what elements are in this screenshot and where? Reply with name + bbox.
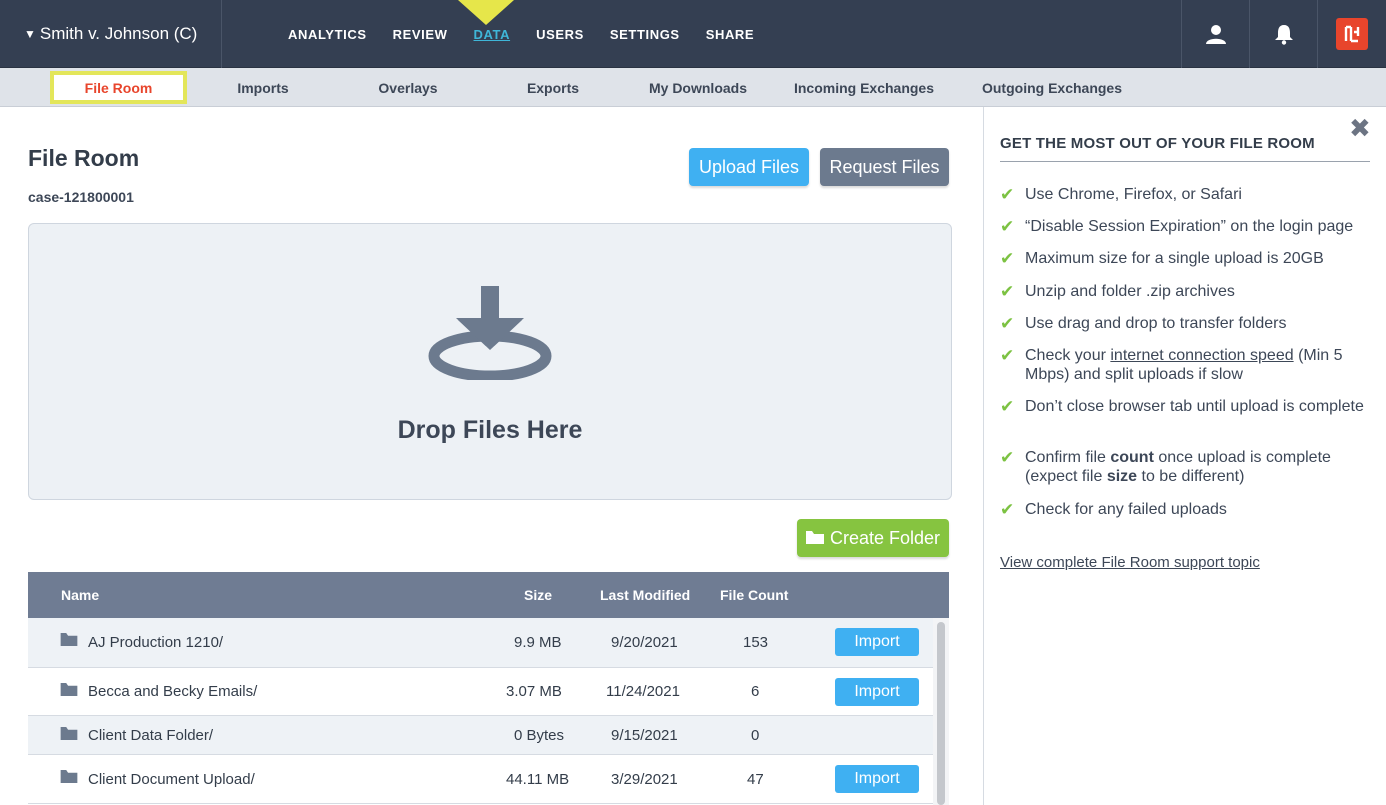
drop-files-label: Drop Files Here [397,416,583,444]
tip-text: Use drag and drop to transfer folders [1025,315,1287,332]
download-icon [428,286,552,380]
tip-text: Unzip and folder .zip archives [1025,283,1235,300]
user-button[interactable] [1181,0,1249,68]
tip-text: Use Chrome, Firefox, or Safari [1025,186,1242,203]
checkmark-icon: ✔ [1000,217,1015,236]
drop-zone[interactable]: Drop Files Here [28,223,952,500]
tip-bold: size [1106,468,1138,485]
row-size: 3.07 MB [506,683,562,700]
tip-text: Confirm file count once upload is comple… [1025,448,1370,486]
tip-text-part: to be different) [1137,468,1245,485]
table-row[interactable]: Becca and Becky Emails/ 3.07 MB 11/24/20… [28,668,949,716]
folder-icon [60,633,78,646]
row-size: 9.9 MB [514,634,562,651]
case-selector[interactable]: ▼ Smith v. Johnson (C) [0,0,222,68]
subnav-file-room[interactable]: File Room [50,71,187,104]
table-row[interactable]: Client Data Folder/ 0 Bytes 9/15/2021 0 [28,716,949,755]
row-count: 153 [743,634,769,651]
checkmark-icon: ✔ [1000,346,1015,365]
top-bar: ▼ Smith v. Johnson (C) ANALYTICS REVIEW … [0,0,1386,68]
create-folder-label: Create Folder [829,527,941,548]
folder-icon [60,770,78,783]
row-size: 44.11 MB [506,771,570,788]
brand-button[interactable] [1317,0,1386,68]
row-size: 0 Bytes [514,727,565,744]
row-name: Client Data Folder/ [88,727,214,744]
panel-title: GET THE MOST OUT OF YOUR FILE ROOM [1000,135,1315,152]
nav-review[interactable]: REVIEW [393,27,448,42]
tip-text: Don’t close browser tab until upload is … [1025,398,1364,415]
nav-analytics[interactable]: ANALYTICS [288,27,367,42]
case-id: case-121800001 [28,189,134,205]
row-modified: 3/29/2021 [611,771,678,788]
folder-icon [60,727,78,740]
table-row[interactable]: Client Document Upload/ 44.11 MB 3/29/20… [28,755,949,804]
subnav-outgoing-exchanges[interactable]: Outgoing Exchanges [978,68,1126,107]
subnav-overlays[interactable]: Overlays [358,68,458,107]
import-button[interactable]: Import [835,628,919,656]
checkmark-icon: ✔ [1000,397,1015,416]
connection-speed-link[interactable]: internet connection speed [1110,347,1293,364]
row-count: 6 [751,683,760,700]
user-icon [1205,25,1226,44]
tip-text-part: Check your [1025,347,1111,364]
case-name: Smith v. Johnson (C) [39,24,198,43]
column-size[interactable]: Size [524,587,552,603]
nav-users[interactable]: USERS [536,27,584,42]
page-title: File Room [28,145,140,171]
nav-data[interactable]: DATA [474,27,511,42]
file-table: Name Size Last Modified File Count AJ Pr… [28,572,949,804]
table-scrollbar-thumb[interactable] [937,622,945,805]
row-modified: 9/20/2021 [611,634,678,651]
checkmark-icon: ✔ [1000,282,1015,301]
row-count: 0 [751,727,760,744]
row-modified: 11/24/2021 [606,683,680,700]
import-button[interactable]: Import [835,765,919,793]
subnav-my-downloads[interactable]: My Downloads [638,68,758,107]
table-row[interactable]: AJ Production 1210/ 9.9 MB 9/20/2021 153… [28,618,949,668]
tip-text: Maximum size for a single upload is 20GB [1025,250,1324,267]
column-last-modified[interactable]: Last Modified [600,587,690,603]
row-name: Becca and Becky Emails/ [88,683,258,700]
bell-icon [1274,25,1293,45]
tip-text: “Disable Session Expiration” on the logi… [1025,218,1354,235]
checkmark-icon: ✔ [1000,500,1015,519]
row-name: Client Document Upload/ [88,771,255,788]
close-icon[interactable]: ✖ [1349,113,1371,144]
folder-icon [60,683,78,696]
support-topic-link[interactable]: View complete File Room support topic [1000,554,1260,571]
column-file-count[interactable]: File Count [720,587,788,603]
tip-text-part: Confirm file [1025,449,1111,466]
panel-divider [1000,161,1370,162]
table-header: Name Size Last Modified File Count [28,572,949,618]
subnav-imports[interactable]: Imports [213,68,313,107]
row-modified: 9/15/2021 [611,727,678,744]
caret-down-icon: ▼ [24,27,36,41]
tip-text: Check for any failed uploads [1025,501,1227,518]
nav-settings[interactable]: SETTINGS [610,27,680,42]
sub-nav: File Room Imports Overlays Exports My Do… [0,68,1386,107]
subnav-exports[interactable]: Exports [503,68,603,107]
nav-share[interactable]: SHARE [706,27,755,42]
brand-logo-icon [1336,18,1368,50]
row-count: 47 [747,771,764,788]
create-folder-button[interactable]: Create Folder [797,519,949,557]
subnav-incoming-exchanges[interactable]: Incoming Exchanges [790,68,938,107]
checkmark-icon: ✔ [1000,448,1015,467]
notifications-button[interactable] [1249,0,1317,68]
main-nav: ANALYTICS REVIEW DATA USERS SETTINGS SHA… [275,0,767,68]
column-name[interactable]: Name [61,587,99,603]
request-files-button[interactable]: Request Files [820,148,949,186]
tip-bold: count [1110,449,1154,466]
tip-text: Check your internet connection speed (Mi… [1025,346,1370,384]
checkmark-icon: ✔ [1000,185,1015,204]
checkmark-icon: ✔ [1000,249,1015,268]
row-name: AJ Production 1210/ [88,634,224,651]
checkmark-icon: ✔ [1000,314,1015,333]
folder-icon [805,531,824,544]
upload-files-button[interactable]: Upload Files [689,148,809,186]
import-button[interactable]: Import [835,678,919,706]
